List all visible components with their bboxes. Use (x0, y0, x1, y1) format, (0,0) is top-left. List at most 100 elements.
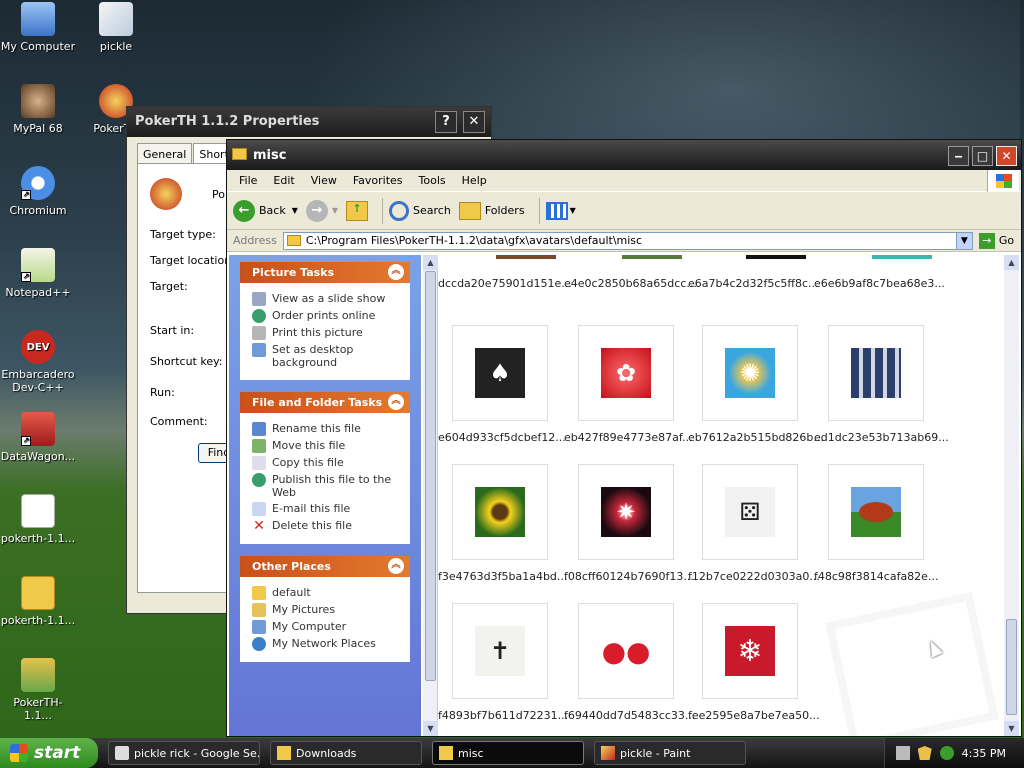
search-button[interactable]: Search (389, 200, 451, 221)
taskbar-item-downloads[interactable]: Downloads (270, 741, 422, 765)
desktop-icon-pokerth-installer[interactable]: pokerth-1.1... (0, 494, 76, 545)
clock[interactable]: 4:35 PM (962, 747, 1006, 760)
scroll-down-icon[interactable]: ▼ (1004, 721, 1019, 736)
place-my-network[interactable]: My Network Places (252, 637, 402, 651)
file-item[interactable]: dccda20e75901d151e... (438, 277, 572, 290)
dice-icon: ⚄ (725, 487, 775, 537)
scroll-up-icon[interactable]: ▲ (423, 255, 438, 270)
delete-icon: ✕ (253, 518, 265, 534)
menu-view[interactable]: View (303, 174, 345, 187)
desktop-icon-datawagon[interactable]: ↗ DataWagon... (0, 412, 76, 463)
scroll-down-icon[interactable]: ▼ (423, 721, 438, 736)
taskbar-item-misc[interactable]: misc (432, 741, 584, 765)
collapse-icon[interactable]: ︽ (388, 394, 404, 410)
file-item[interactable]: e4e0c2850b68a65dcc... (564, 277, 697, 290)
menu-help[interactable]: Help (454, 174, 495, 187)
file-item[interactable]: ✝ f4893bf7b611d72231... (438, 603, 568, 722)
shortcut-icon (21, 658, 55, 692)
snowflake-icon: ❄ (725, 626, 775, 676)
security-shield-icon[interactable] (917, 746, 932, 760)
desktop-icon-mypal[interactable]: MyPal 68 (0, 84, 76, 135)
keyboard-icon[interactable] (895, 746, 910, 760)
desktop-icon-pokerth-folder[interactable]: pokerth-1.1... (0, 576, 76, 627)
file-item[interactable]: ♠ e604d933cf5dcbef12... (438, 325, 566, 444)
file-item[interactable]: f48c98f3814cafa82e... (814, 464, 938, 583)
explorer-window[interactable]: misc ‒ □ ✕ File Edit View Favorites Tool… (226, 139, 1022, 737)
close-button[interactable]: ✕ (996, 146, 1017, 166)
task-pane-scrollbar[interactable]: ▲ ▼ (423, 255, 438, 736)
file-item[interactable]: ●● f69440dd7d5483cc33... (564, 603, 695, 722)
task-rename[interactable]: Rename this file (252, 422, 402, 436)
file-name: e4e0c2850b68a65dcc... (564, 277, 697, 290)
file-view-scrollbar[interactable]: ▲ ▼ (1004, 255, 1019, 736)
task-move[interactable]: Move this file (252, 439, 402, 453)
scroll-up-icon[interactable]: ▲ (1004, 255, 1019, 270)
task-order-prints[interactable]: Order prints online (252, 309, 402, 323)
task-email[interactable]: E-mail this file (252, 502, 402, 516)
forward-arrow-icon: → (305, 199, 328, 222)
scrollbar-thumb[interactable] (425, 271, 436, 681)
network-icon[interactable] (939, 746, 954, 760)
properties-titlebar[interactable]: PokerTH 1.1.2 Properties ? ✕ (127, 107, 491, 137)
desktop-icon-notepadpp[interactable]: ↗ Notepad++ (0, 248, 76, 299)
file-tasks-header[interactable]: File and Folder Tasks ︽ (240, 392, 410, 413)
dropdown-arrow-icon[interactable]: ▼ (292, 206, 298, 215)
file-item[interactable]: e6a7b4c2d32f5c5ff8c... (688, 277, 819, 290)
file-item[interactable]: ✷ f08cff60124b7690f13... (564, 464, 694, 583)
desktop-icon-my-computer[interactable]: My Computer (0, 2, 76, 53)
folders-button[interactable]: Folders (458, 201, 525, 220)
taskbar-item-browser[interactable]: pickle rick - Google Se... (108, 741, 260, 765)
task-slide-show[interactable]: View as a slide show (252, 292, 402, 306)
scrollbar-thumb[interactable] (1006, 619, 1017, 715)
file-item[interactable]: f3e4763d3f5ba1a4bd... (438, 464, 567, 583)
menu-tools[interactable]: Tools (411, 174, 454, 187)
dropdown-arrow-icon[interactable]: ▼ (332, 206, 338, 215)
file-item[interactable]: ed1dc23e53b713ab69... (814, 325, 949, 444)
address-dropdown-icon[interactable]: ▼ (955, 232, 972, 249)
explorer-titlebar[interactable]: misc ‒ □ ✕ (227, 140, 1021, 170)
place-my-computer[interactable]: My Computer (252, 620, 402, 634)
minimize-button[interactable]: ‒ (948, 146, 969, 166)
menu-edit[interactable]: Edit (265, 174, 302, 187)
desktop-icon-devcpp[interactable]: DEV Embarcadero Dev-C++ (0, 330, 76, 394)
views-button[interactable]: ▼ (545, 201, 576, 220)
place-default[interactable]: default (252, 586, 402, 600)
collapse-icon[interactable]: ︽ (388, 264, 404, 280)
task-delete[interactable]: ✕ Delete this file (252, 519, 402, 533)
menu-favorites[interactable]: Favorites (345, 174, 411, 187)
start-button[interactable]: start (0, 738, 98, 768)
place-label: My Computer (272, 620, 347, 633)
picture-tasks-header[interactable]: Picture Tasks ︽ (240, 262, 410, 283)
thumbnail-frame (452, 464, 548, 560)
collapse-icon[interactable]: ︽ (388, 558, 404, 574)
thumbnail-frame (828, 325, 924, 421)
place-my-pictures[interactable]: My Pictures (252, 603, 402, 617)
address-field[interactable]: C:\Program Files\PokerTH-1.1.2\data\gfx\… (282, 231, 973, 250)
file-item[interactable]: ❄ fee2595e8a7be7ea50... (688, 603, 820, 722)
other-places-header[interactable]: Other Places ︽ (240, 556, 410, 577)
task-copy[interactable]: Copy this file (252, 456, 402, 470)
file-item[interactable]: ✿ eb427f89e4773e87af... (564, 325, 692, 444)
close-button[interactable]: ✕ (463, 111, 485, 133)
task-print-picture[interactable]: Print this picture (252, 326, 402, 340)
task-label: Delete this file (272, 519, 352, 532)
go-button[interactable]: → Go (978, 232, 1014, 249)
file-view[interactable]: dccda20e75901d151e... e4e0c2850b68a65dcc… (423, 255, 1007, 736)
maximize-button[interactable]: □ (972, 146, 993, 166)
file-item[interactable]: ✺ eb7612a2b515bd826b... (688, 325, 824, 444)
desktop-icon-pickle[interactable]: pickle (78, 2, 154, 53)
file-item[interactable]: ⚄ f12b7ce0222d0303a0... (688, 464, 820, 583)
folder-icon (21, 576, 55, 610)
desktop-icon-chromium[interactable]: ↗ Chromium (0, 166, 76, 217)
menu-bar: File Edit View Favorites Tools Help (227, 170, 1021, 192)
task-set-background[interactable]: Set as desktop background (252, 343, 402, 369)
help-button[interactable]: ? (435, 111, 457, 133)
desktop-icon-pokerth-shortcut[interactable]: PokerTH-1.1... (0, 658, 76, 722)
menu-file[interactable]: File (231, 174, 265, 187)
forward-button[interactable]: → ▼ (305, 199, 338, 222)
task-publish[interactable]: Publish this file to the Web (252, 473, 402, 499)
taskbar-item-paint[interactable]: pickle - Paint (594, 741, 746, 765)
file-item[interactable]: e6e6b9af8c7bea68e3... (814, 277, 945, 290)
back-button[interactable]: ← Back ▼ (233, 199, 298, 222)
up-folder-button[interactable]: ↑ (346, 200, 369, 221)
